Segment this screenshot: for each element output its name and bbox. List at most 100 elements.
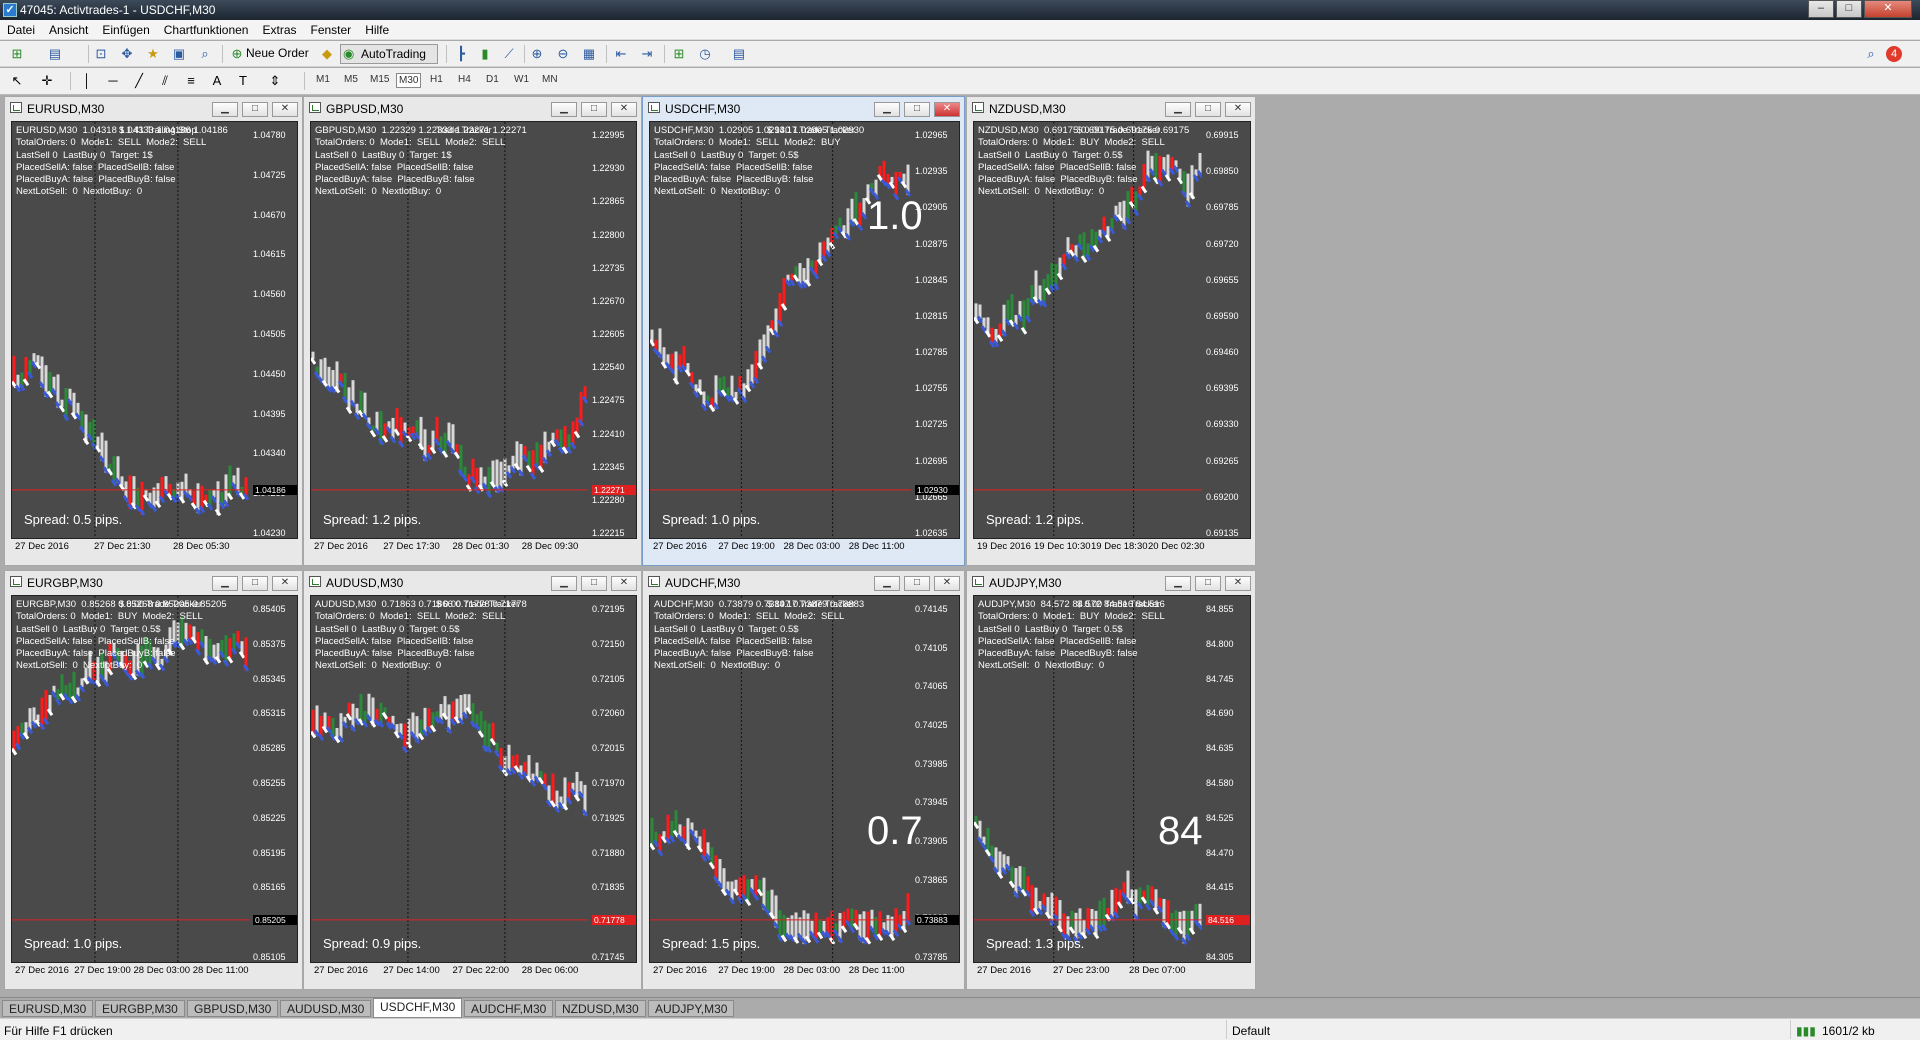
- chart-maximize-button[interactable]: □: [1195, 576, 1221, 591]
- timeframe-m30[interactable]: M30: [396, 73, 422, 88]
- close-button[interactable]: ✕: [1864, 0, 1912, 18]
- chart-minimize-button[interactable]: ▁: [551, 102, 577, 117]
- minimize-button[interactable]: –: [1808, 0, 1834, 18]
- timeframe-h4[interactable]: H4: [456, 73, 473, 86]
- chart-minimize-button[interactable]: ▁: [551, 576, 577, 591]
- search-icon[interactable]: ⌕: [1862, 45, 1880, 63]
- chart-minimize-button[interactable]: ▁: [212, 102, 238, 117]
- menu-hilfe[interactable]: Hilfe: [358, 20, 396, 37]
- notification-badge[interactable]: 4: [1886, 46, 1902, 62]
- menu-chartfunktionen[interactable]: Chartfunktionen: [157, 20, 256, 37]
- chart-close-button[interactable]: ✕: [1225, 576, 1251, 591]
- timeframe-m5[interactable]: M5: [342, 73, 360, 86]
- chart-tab[interactable]: GBPUSD,M30: [187, 1000, 279, 1017]
- chart-caption[interactable]: AUDCHF,M30 ▁ □ ✕: [643, 571, 964, 593]
- chart-window-audusd[interactable]: AUDUSD,M30 ▁ □ ✕ AUDUSD,M30 0.71863 0.71…: [303, 570, 642, 990]
- chart-caption[interactable]: USDCHF,M30 ▁ □ ✕: [643, 97, 964, 119]
- line-chart-icon[interactable]: ⟋: [500, 45, 518, 63]
- chart-close-button[interactable]: ✕: [611, 576, 637, 591]
- chart-caption[interactable]: EURGBP,M30 ▁ □ ✕: [5, 571, 302, 593]
- chart-window-eurusd[interactable]: EURUSD,M30 ▁ □ ✕ EURUSD,M30 1.04318 1.04…: [4, 96, 303, 566]
- chart-caption[interactable]: AUDJPY,M30 ▁ □ ✕: [967, 571, 1255, 593]
- chart-tab[interactable]: USDCHF,M30: [373, 998, 463, 1018]
- chart-window-usdchf[interactable]: USDCHF,M30 ▁ □ ✕ USDCHF,M30 1.02905 1.02…: [642, 96, 965, 566]
- chart-shift-icon[interactable]: ⇤: [612, 45, 630, 63]
- zoom-out-icon[interactable]: ⊖: [554, 45, 572, 63]
- chart-maximize-button[interactable]: □: [581, 576, 607, 591]
- chart-window-audchf[interactable]: AUDCHF,M30 ▁ □ ✕ AUDCHF,M30 0.73879 0.73…: [642, 570, 965, 990]
- periods-icon[interactable]: ◷: [696, 45, 714, 63]
- chart-close-button[interactable]: ✕: [611, 102, 637, 117]
- chart-caption[interactable]: EURUSD,M30 ▁ □ ✕: [5, 97, 302, 119]
- chart-plot[interactable]: EURGBP,M30 0.85268 0.85268 0.85205 0.852…: [11, 595, 298, 963]
- channel-icon[interactable]: ⫽: [156, 72, 174, 90]
- chart-plot[interactable]: USDCHF,M30 1.02905 1.02930 1.02905 1.029…: [649, 121, 960, 539]
- autotrading-button[interactable]: ◉ AutoTrading: [340, 44, 438, 64]
- chart-caption[interactable]: GBPUSD,M30 ▁ □ ✕: [304, 97, 641, 119]
- vertical-line-icon[interactable]: │: [78, 72, 96, 90]
- menu-fenster[interactable]: Fenster: [304, 20, 359, 37]
- menu-datei[interactable]: Datei: [0, 20, 42, 37]
- menu-extras[interactable]: Extras: [255, 20, 303, 37]
- fibonacci-icon[interactable]: ≡: [182, 72, 200, 90]
- chart-tab[interactable]: AUDUSD,M30: [280, 1000, 372, 1017]
- new-chart-icon[interactable]: ⊞: [8, 45, 26, 63]
- chart-window-eurgbp[interactable]: EURGBP,M30 ▁ □ ✕ EURGBP,M30 0.85268 0.85…: [4, 570, 303, 990]
- tile-windows-icon[interactable]: ▦: [580, 45, 598, 63]
- chart-tab[interactable]: NZDUSD,M30: [555, 1000, 646, 1017]
- chart-maximize-button[interactable]: □: [242, 102, 268, 117]
- chart-close-button[interactable]: ✕: [272, 102, 298, 117]
- chart-caption[interactable]: AUDUSD,M30 ▁ □ ✕: [304, 571, 641, 593]
- cursor-icon[interactable]: ↖: [8, 72, 26, 90]
- text-label-icon[interactable]: T: [234, 72, 252, 90]
- timeframe-m1[interactable]: M1: [314, 73, 332, 86]
- chart-caption[interactable]: NZDUSD,M30 ▁ □ ✕: [967, 97, 1255, 119]
- timeframe-mn[interactable]: MN: [540, 73, 560, 86]
- chart-plot[interactable]: NZDUSD,M30 0.69175 0.69175 0.69175 0.691…: [973, 121, 1251, 539]
- chart-window-nzdusd[interactable]: NZDUSD,M30 ▁ □ ✕ NZDUSD,M30 0.69175 0.69…: [966, 96, 1256, 566]
- chart-maximize-button[interactable]: □: [904, 102, 930, 117]
- data-window-icon[interactable]: ✥: [118, 45, 136, 63]
- maximize-button[interactable]: □: [1836, 0, 1862, 18]
- candlestick-icon[interactable]: ▮: [476, 45, 494, 63]
- chart-close-button[interactable]: ✕: [934, 102, 960, 117]
- text-icon[interactable]: A: [208, 72, 226, 90]
- new-order-icon[interactable]: ⊕: [228, 45, 246, 63]
- chart-close-button[interactable]: ✕: [272, 576, 298, 591]
- chart-minimize-button[interactable]: ▁: [1165, 102, 1191, 117]
- chart-maximize-button[interactable]: □: [581, 102, 607, 117]
- terminal-icon[interactable]: ▣: [170, 45, 188, 63]
- chart-maximize-button[interactable]: □: [242, 576, 268, 591]
- autoscroll-icon[interactable]: ⇥: [638, 45, 656, 63]
- chart-plot[interactable]: EURUSD,M30 1.04318 1.04333 1.04186 1.041…: [11, 121, 298, 539]
- crosshair-icon[interactable]: ✛: [38, 72, 56, 90]
- zoom-in-icon[interactable]: ⊕: [528, 45, 546, 63]
- indicators-icon[interactable]: ⊞: [670, 45, 688, 63]
- chart-maximize-button[interactable]: □: [1195, 102, 1221, 117]
- chart-tab[interactable]: EURGBP,M30: [95, 1000, 185, 1017]
- chart-plot[interactable]: AUDJPY,M30 84.572 84.572 84.516 84.516 To…: [973, 595, 1251, 963]
- arrows-icon[interactable]: ⇕: [266, 72, 284, 90]
- bar-chart-icon[interactable]: ┣: [452, 45, 470, 63]
- new-order-button[interactable]: Neue Order: [246, 46, 309, 60]
- profiles-icon[interactable]: ▤: [46, 45, 64, 63]
- chart-plot[interactable]: AUDUSD,M30 0.71863 0.71866 0.71778 0.717…: [310, 595, 637, 963]
- templates-icon[interactable]: ▤: [730, 45, 748, 63]
- tester-icon[interactable]: ⌕: [196, 45, 214, 63]
- chart-window-audjpy[interactable]: AUDJPY,M30 ▁ □ ✕ AUDJPY,M30 84.572 84.57…: [966, 570, 1256, 990]
- chart-close-button[interactable]: ✕: [1225, 102, 1251, 117]
- metaeditor-icon[interactable]: ◆: [318, 45, 336, 63]
- chart-tab[interactable]: AUDCHF,M30: [464, 1000, 554, 1017]
- chart-minimize-button[interactable]: ▁: [212, 576, 238, 591]
- timeframe-d1[interactable]: D1: [484, 73, 501, 86]
- timeframe-h1[interactable]: H1: [428, 73, 445, 86]
- chart-minimize-button[interactable]: ▁: [874, 102, 900, 117]
- chart-plot[interactable]: GBPUSD,M30 1.22329 1.22333 1.22271 1.222…: [310, 121, 637, 539]
- market-watch-icon[interactable]: ⊡: [92, 45, 110, 63]
- menu-einfuegen[interactable]: Einfügen: [95, 20, 156, 37]
- timeframe-w1[interactable]: W1: [512, 73, 531, 86]
- navigator-icon[interactable]: ★: [144, 45, 162, 63]
- horizontal-line-icon[interactable]: ─: [104, 72, 122, 90]
- chart-tab[interactable]: AUDJPY,M30: [648, 1000, 735, 1017]
- chart-tab[interactable]: EURUSD,M30: [2, 1000, 94, 1017]
